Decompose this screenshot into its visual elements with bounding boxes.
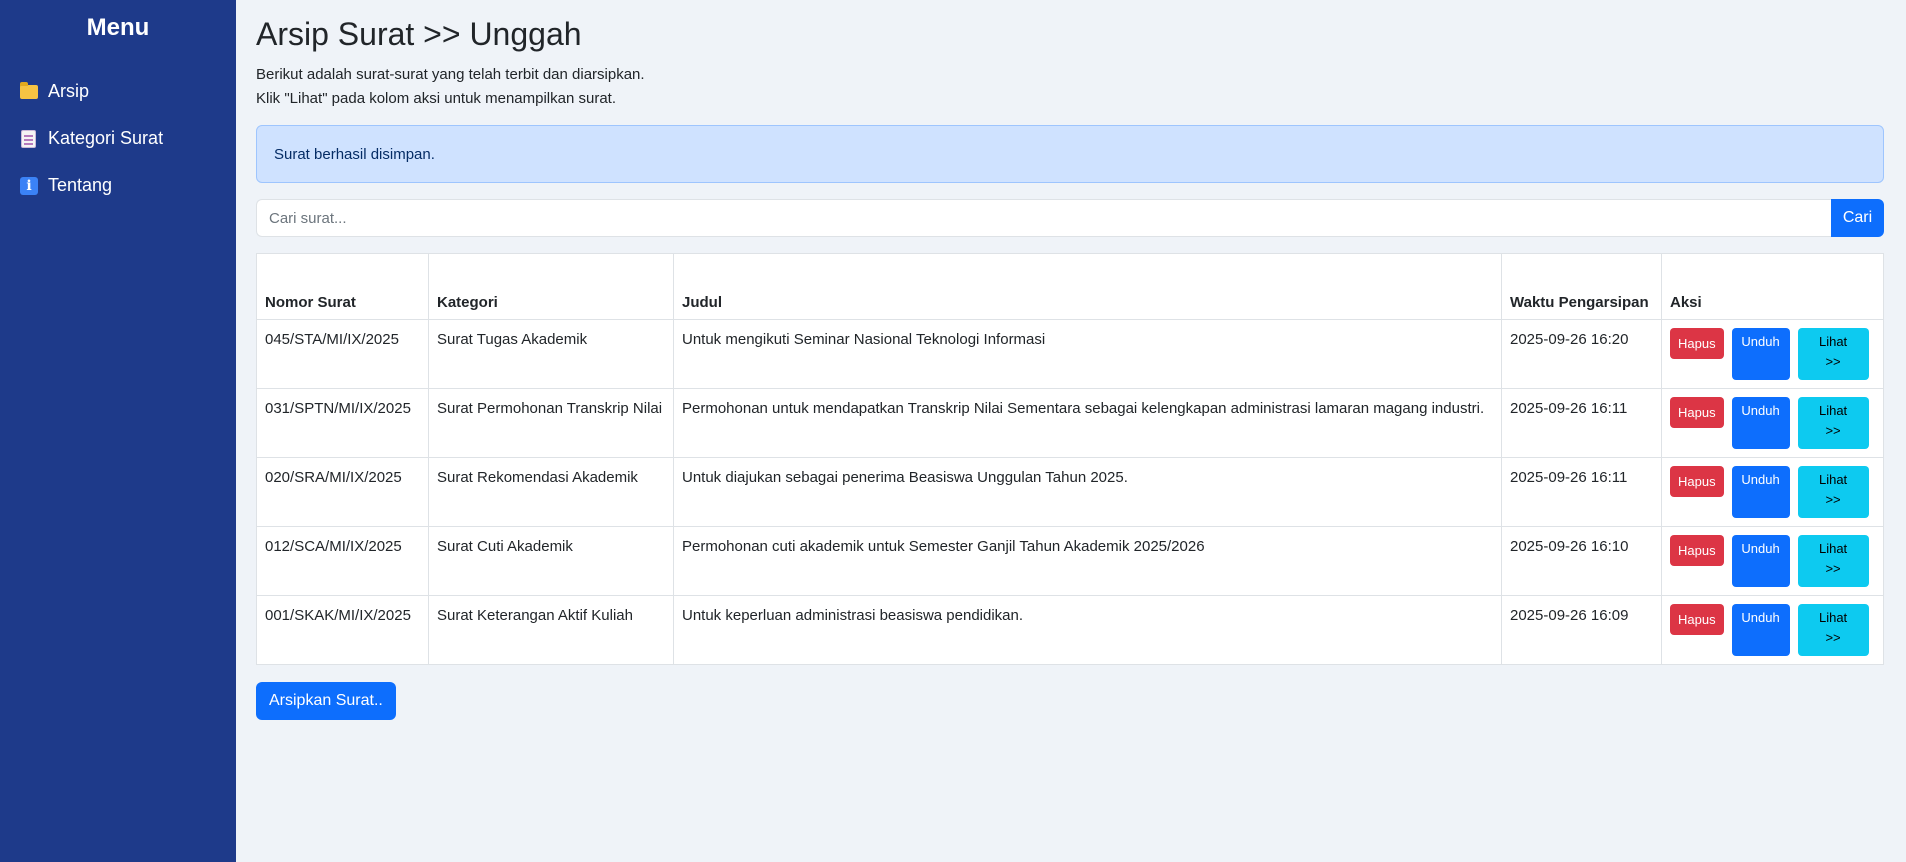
document-icon: [20, 129, 38, 148]
column-header-nomor-surat: Nomor Surat: [256, 253, 429, 320]
sidebar-item-label: Arsip: [48, 81, 90, 101]
table-header-row: Nomor Surat Kategori Judul Waktu Pengars…: [256, 253, 1884, 320]
table-row: 012/SCA/MI/IX/2025 Surat Cuti Akademik P…: [256, 526, 1884, 596]
lihat-arrow: >>: [1825, 354, 1841, 369]
sidebar-item-tentang[interactable]: i Tentang: [0, 162, 236, 209]
unduh-button[interactable]: Unduh: [1731, 535, 1790, 587]
page-description-line-1: Berikut adalah surat-surat yang telah te…: [256, 66, 645, 83]
folder-icon: [20, 81, 38, 101]
lihat-label: Lihat: [1818, 472, 1848, 487]
cell-judul: Untuk keperluan administrasi beasiswa pe…: [673, 595, 1502, 665]
cell-aksi: Hapus Unduh Lihat >>: [1661, 526, 1884, 596]
unduh-button[interactable]: Unduh: [1731, 466, 1790, 518]
cell-nomor: 045/STA/MI/IX/2025: [256, 319, 429, 389]
unduh-button[interactable]: Unduh: [1731, 397, 1790, 449]
cell-judul: Permohonan cuti akademik untuk Semester …: [673, 526, 1502, 596]
lihat-arrow: >>: [1825, 492, 1841, 507]
cell-judul: Untuk diajukan sebagai penerima Beasiswa…: [673, 457, 1502, 527]
cell-nomor: 012/SCA/MI/IX/2025: [256, 526, 429, 596]
cell-judul: Untuk mengikuti Seminar Nasional Teknolo…: [673, 319, 1502, 389]
column-header-judul: Judul: [673, 253, 1502, 320]
lihat-arrow: >>: [1825, 423, 1841, 438]
cell-waktu: 2025-09-26 16:20: [1501, 319, 1662, 389]
lihat-button[interactable]: Lihat >>: [1797, 466, 1869, 518]
search-input[interactable]: [256, 199, 1831, 237]
sidebar-item-kategori-surat[interactable]: Kategori Surat: [0, 115, 236, 162]
cell-waktu: 2025-09-26 16:11: [1501, 457, 1662, 527]
lihat-label: Lihat: [1818, 334, 1848, 349]
lihat-arrow: >>: [1825, 630, 1841, 645]
cell-aksi: Hapus Unduh Lihat >>: [1661, 319, 1884, 389]
cell-waktu: 2025-09-26 16:11: [1501, 388, 1662, 458]
table-row: 001/SKAK/MI/IX/2025 Surat Keterangan Akt…: [256, 595, 1884, 665]
lihat-button[interactable]: Lihat >>: [1797, 328, 1869, 380]
lihat-button[interactable]: Lihat >>: [1797, 397, 1869, 449]
lihat-button[interactable]: Lihat >>: [1797, 604, 1869, 656]
cell-nomor: 020/SRA/MI/IX/2025: [256, 457, 429, 527]
column-header-waktu-pengarsipan: Waktu Pengarsipan: [1501, 253, 1662, 320]
cell-kategori: Surat Permohonan Transkrip Nilai: [428, 388, 674, 458]
cell-aksi: Hapus Unduh Lihat >>: [1661, 457, 1884, 527]
column-header-kategori: Kategori: [428, 253, 674, 320]
unduh-button[interactable]: Unduh: [1731, 604, 1790, 656]
cell-kategori: Surat Cuti Akademik: [428, 526, 674, 596]
hapus-button[interactable]: Hapus: [1670, 604, 1724, 635]
table-row: 020/SRA/MI/IX/2025 Surat Rekomendasi Aka…: [256, 457, 1884, 527]
cell-nomor: 031/SPTN/MI/IX/2025: [256, 388, 429, 458]
lihat-label: Lihat: [1818, 541, 1848, 556]
cell-kategori: Surat Tugas Akademik: [428, 319, 674, 389]
arsipkan-surat-button[interactable]: Arsipkan Surat..: [256, 682, 396, 720]
cell-waktu: 2025-09-26 16:10: [1501, 526, 1662, 596]
column-header-aksi: Aksi: [1661, 253, 1884, 320]
cell-kategori: Surat Rekomendasi Akademik: [428, 457, 674, 527]
page-description-line-2: Klik "Lihat" pada kolom aksi untuk menam…: [256, 90, 616, 107]
hapus-button[interactable]: Hapus: [1670, 535, 1724, 566]
cell-aksi: Hapus Unduh Lihat >>: [1661, 595, 1884, 665]
unduh-button[interactable]: Unduh: [1731, 328, 1790, 380]
lihat-label: Lihat: [1818, 610, 1848, 625]
sidebar: Menu Arsip Kategori Surat i Tentang: [0, 0, 236, 862]
sidebar-item-label: Tentang: [48, 175, 113, 195]
cell-nomor: 001/SKAK/MI/IX/2025: [256, 595, 429, 665]
search-button[interactable]: Cari: [1831, 199, 1884, 237]
cell-aksi: Hapus Unduh Lihat >>: [1661, 388, 1884, 458]
cell-waktu: 2025-09-26 16:09: [1501, 595, 1662, 665]
cell-judul: Permohonan untuk mendapatkan Transkrip N…: [673, 388, 1502, 458]
main-content: Arsip Surat >> Unggah Berikut adalah sur…: [236, 0, 1906, 862]
table-row: 031/SPTN/MI/IX/2025 Surat Permohonan Tra…: [256, 388, 1884, 458]
lihat-label: Lihat: [1818, 403, 1848, 418]
page-title: Arsip Surat >> Unggah: [256, 16, 582, 52]
alert-text: Surat berhasil disimpan.: [274, 145, 435, 163]
lihat-button[interactable]: Lihat >>: [1797, 535, 1869, 587]
lihat-arrow: >>: [1825, 561, 1841, 576]
search-bar: Cari: [256, 199, 1884, 237]
archive-table: Nomor Surat Kategori Judul Waktu Pengars…: [256, 253, 1884, 665]
table-row: 045/STA/MI/IX/2025 Surat Tugas Akademik …: [256, 319, 1884, 389]
sidebar-title: Menu: [86, 14, 150, 41]
sidebar-item-label: Kategori Surat: [48, 128, 164, 148]
hapus-button[interactable]: Hapus: [1670, 328, 1724, 359]
info-icon: i: [20, 176, 38, 195]
success-alert: Surat berhasil disimpan.: [256, 125, 1884, 183]
hapus-button[interactable]: Hapus: [1670, 466, 1724, 497]
sidebar-item-arsip[interactable]: Arsip: [0, 68, 236, 115]
cell-kategori: Surat Keterangan Aktif Kuliah: [428, 595, 674, 665]
hapus-button[interactable]: Hapus: [1670, 397, 1724, 428]
